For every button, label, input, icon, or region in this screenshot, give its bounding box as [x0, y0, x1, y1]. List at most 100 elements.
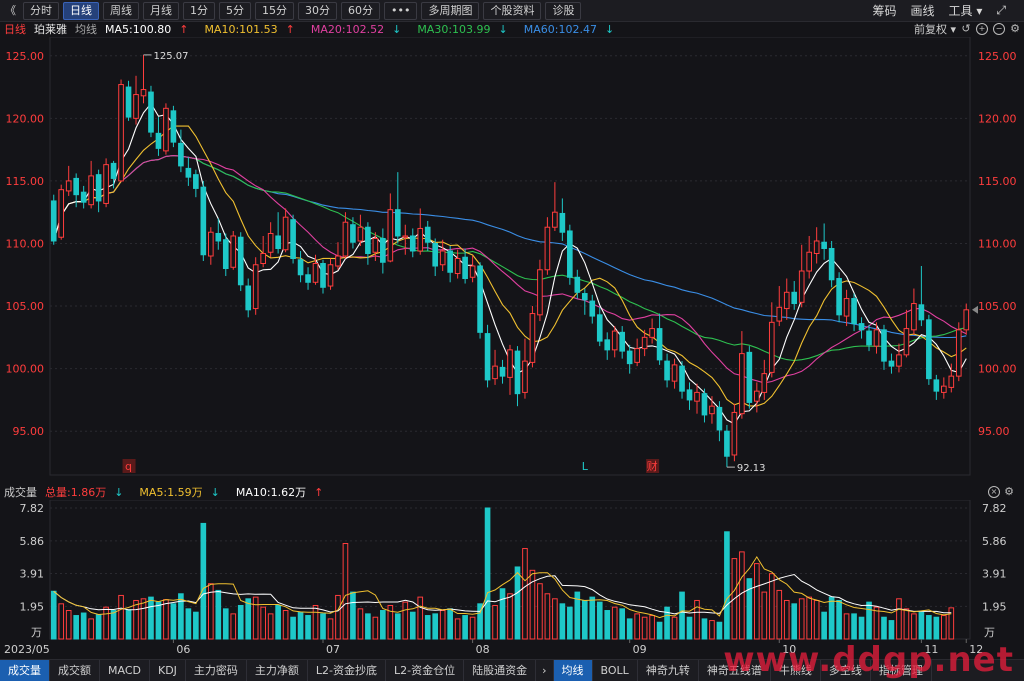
settings-icon[interactable]: ⚙ [1004, 487, 1014, 497]
indicator-tab[interactable]: 陆股通资金 [464, 660, 536, 681]
volume-bar [351, 592, 356, 639]
indicator-tab[interactable]: L2-资金抄底 [308, 660, 386, 681]
candle [912, 304, 917, 330]
period-button[interactable]: 日线 [63, 2, 99, 20]
candle [732, 412, 737, 455]
candle [433, 243, 438, 266]
back-icon[interactable]: 《 [2, 3, 19, 19]
period-button[interactable]: 30分 [298, 2, 337, 20]
volume-bar [268, 614, 273, 639]
period-button[interactable]: 月线 [143, 2, 179, 20]
indicator-tab[interactable]: BOLL [593, 660, 638, 681]
candle [642, 337, 647, 348]
indicator-tab[interactable]: 多空线 [821, 660, 871, 681]
tools-link[interactable]: 工具 ▾ [949, 2, 983, 19]
undo-icon[interactable]: ↺ [961, 24, 971, 34]
month-label: 10 [782, 643, 796, 656]
period-button[interactable]: 分时 [23, 2, 59, 20]
indicator-tab[interactable]: MACD [100, 660, 150, 681]
indicator-tab[interactable]: 牛熊线 [771, 660, 821, 681]
close-icon[interactable]: × [988, 486, 1000, 498]
indicator-tab[interactable]: 主力净额 [247, 660, 308, 681]
volume-bar [829, 597, 834, 639]
candle [508, 350, 513, 378]
candle [223, 240, 228, 269]
candle [553, 212, 558, 227]
candle [530, 314, 535, 363]
indicator-tab[interactable]: KDJ [150, 660, 186, 681]
price-tick-left: 110.00 [6, 237, 45, 250]
period-button[interactable]: 60分 [341, 2, 380, 20]
candle [560, 213, 565, 232]
volume-bar [620, 609, 625, 639]
volume-bar [515, 567, 520, 639]
legend-controls: 前复权 ▾ ↺ + − ⚙ [914, 21, 1020, 37]
indicator-tab[interactable]: 成交量 [0, 660, 50, 681]
volume-bar [814, 600, 819, 639]
candle [216, 233, 221, 241]
volume-tick-left: 1.95 [20, 600, 45, 613]
volume-bar [680, 592, 685, 639]
volume-bar [725, 532, 730, 639]
candle [298, 260, 303, 275]
volume-bar [485, 508, 490, 639]
month-label: 07 [326, 643, 340, 656]
down-arrow-icon: ↓ [114, 486, 123, 499]
period-button[interactable]: 诊股 [545, 2, 581, 20]
volume-bar [560, 604, 565, 639]
volume-bar [216, 590, 221, 639]
indicator-tab[interactable]: 成交额 [50, 660, 100, 681]
candle [268, 233, 273, 252]
candle [51, 201, 56, 241]
indicator-tab[interactable]: 神奇九转 [638, 660, 699, 681]
volume-bar [246, 599, 251, 639]
indicator-tab[interactable]: 均线 [554, 660, 593, 681]
period-button[interactable]: 个股资料 [483, 2, 541, 20]
candlestick-chart[interactable]: 125.00125.00120.00120.00115.00115.00110.… [0, 37, 1024, 484]
volume-chart[interactable]: 7.827.825.865.863.913.911.951.95万万2023/0… [0, 500, 1024, 659]
period-button[interactable]: 15分 [255, 2, 294, 20]
period-button[interactable]: ••• [384, 2, 417, 20]
candle [605, 340, 610, 350]
indicator-tab[interactable]: 主力密码 [186, 660, 247, 681]
settings-icon[interactable]: ⚙ [1010, 24, 1020, 34]
period-button[interactable]: 多周期图 [421, 2, 479, 20]
candle [104, 165, 109, 204]
candle [680, 366, 685, 391]
candle [620, 332, 625, 351]
candle [844, 299, 849, 317]
up-arrow-icon: ↑ [179, 23, 188, 36]
price-tick-right: 120.00 [978, 112, 1017, 125]
draw-line-link[interactable]: 画线 [911, 2, 935, 19]
volume-bar [792, 604, 797, 639]
volume-bar [141, 599, 146, 639]
period-button[interactable]: 5分 [219, 2, 251, 20]
current-price-marker [972, 306, 978, 314]
volume-bar [912, 614, 917, 639]
zoom-in-icon[interactable]: + [976, 23, 988, 35]
period-button[interactable]: 1分 [183, 2, 215, 20]
indicator-tab[interactable]: 神奇五线谱 [699, 660, 771, 681]
fullscreen-icon[interactable]: ⤢ [996, 3, 1006, 18]
volume-tick-right: 1.95 [982, 600, 1007, 613]
adjust-dropdown[interactable]: 前复权 ▾ [914, 21, 956, 37]
volume-ma5: MA5:1.59万↓ [139, 484, 227, 500]
period-button[interactable]: 周线 [103, 2, 139, 20]
tabs-scroll-right-icon[interactable]: › [536, 660, 553, 681]
candle [538, 270, 543, 315]
volume-bar [186, 609, 191, 639]
zoom-out-icon[interactable]: − [993, 23, 1005, 35]
candle [336, 256, 341, 266]
candle [859, 324, 864, 330]
ma5-value: MA5:100.80↑ [105, 23, 196, 36]
indicator-tab[interactable]: 指标管理 [871, 660, 932, 681]
candle [276, 236, 281, 249]
indicator-tab[interactable]: L2-资金仓位 [386, 660, 464, 681]
chip-distribution-link[interactable]: 筹码 [873, 2, 897, 19]
candle [755, 391, 760, 401]
month-label: 2023/05 [4, 643, 50, 656]
volume-bar [321, 614, 326, 639]
candle [582, 294, 587, 300]
volume-bar [253, 597, 258, 639]
volume-bar [96, 615, 101, 639]
